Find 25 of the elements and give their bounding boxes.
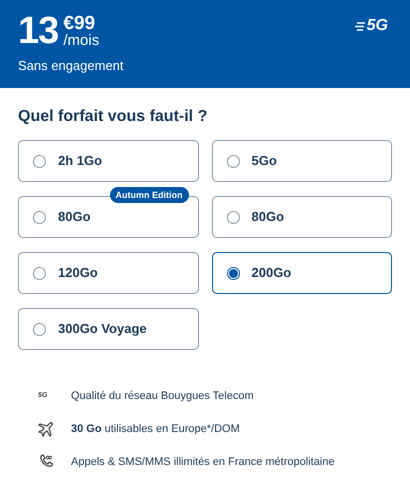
radio-button[interactable] — [226, 154, 240, 168]
radio-button[interactable] — [226, 266, 240, 280]
radio-button[interactable] — [33, 210, 46, 224]
radio-button[interactable] — [226, 210, 240, 224]
edition-badge: Autumn Edition — [110, 187, 188, 203]
plan-option[interactable]: 80Go — [212, 196, 392, 238]
price-cents: €99 — [63, 14, 96, 33]
speed-lines-icon — [354, 22, 365, 30]
plan-option[interactable]: 5Go — [212, 140, 392, 182]
plan-option[interactable]: 2h 1Go — [18, 140, 198, 182]
plan-option[interactable]: 120Go — [18, 252, 198, 294]
feature-text: Appels & SMS/MMS illimités en France métropolitaine — [71, 454, 334, 470]
commitment-label: Sans engagement — [18, 57, 124, 75]
plan-option[interactable]: 200Go — [212, 252, 392, 294]
price: 13 — [18, 12, 58, 50]
airplane-icon — [38, 421, 54, 437]
feature-text: 30 Go utilisables en Europe*/DOM — [71, 422, 240, 437]
radio-button[interactable] — [33, 154, 46, 168]
radio-button[interactable] — [33, 266, 46, 280]
radio-button[interactable] — [33, 322, 46, 336]
question-heading: Quel forfait vous faut-il ? — [17, 107, 208, 127]
network-logo: 5G — [366, 16, 388, 36]
feature-text: Qualité du réseau Bouygues Telecom — [71, 388, 254, 404]
price-period: /mois — [63, 33, 100, 49]
plan-option[interactable]: 300Go Voyage — [18, 308, 198, 350]
